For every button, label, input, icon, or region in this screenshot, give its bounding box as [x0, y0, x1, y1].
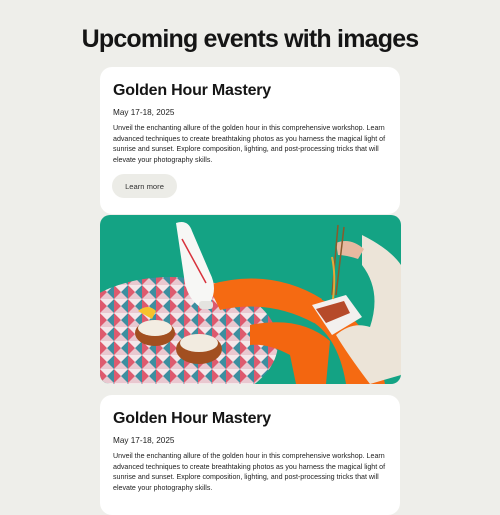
- event-date: May 17-18, 2025: [113, 108, 175, 117]
- event-description: Unveil the enchanting allure of the gold…: [113, 452, 386, 492]
- event-image: [100, 215, 401, 384]
- event-title: Golden Hour Mastery: [113, 410, 272, 427]
- event-date: May 17-18, 2025: [113, 436, 175, 445]
- page-title: Upcoming events with images: [81, 25, 420, 53]
- learn-more-button[interactable]: Learn more: [112, 174, 177, 198]
- event-card: Golden Hour Mastery May 17-18, 2025 Unve…: [100, 67, 400, 214]
- event-title: Golden Hour Mastery: [113, 82, 272, 99]
- event-description: Unveil the enchanting allure of the gold…: [113, 124, 386, 164]
- event-card: Golden Hour Mastery May 17-18, 2025 Unve…: [100, 395, 400, 515]
